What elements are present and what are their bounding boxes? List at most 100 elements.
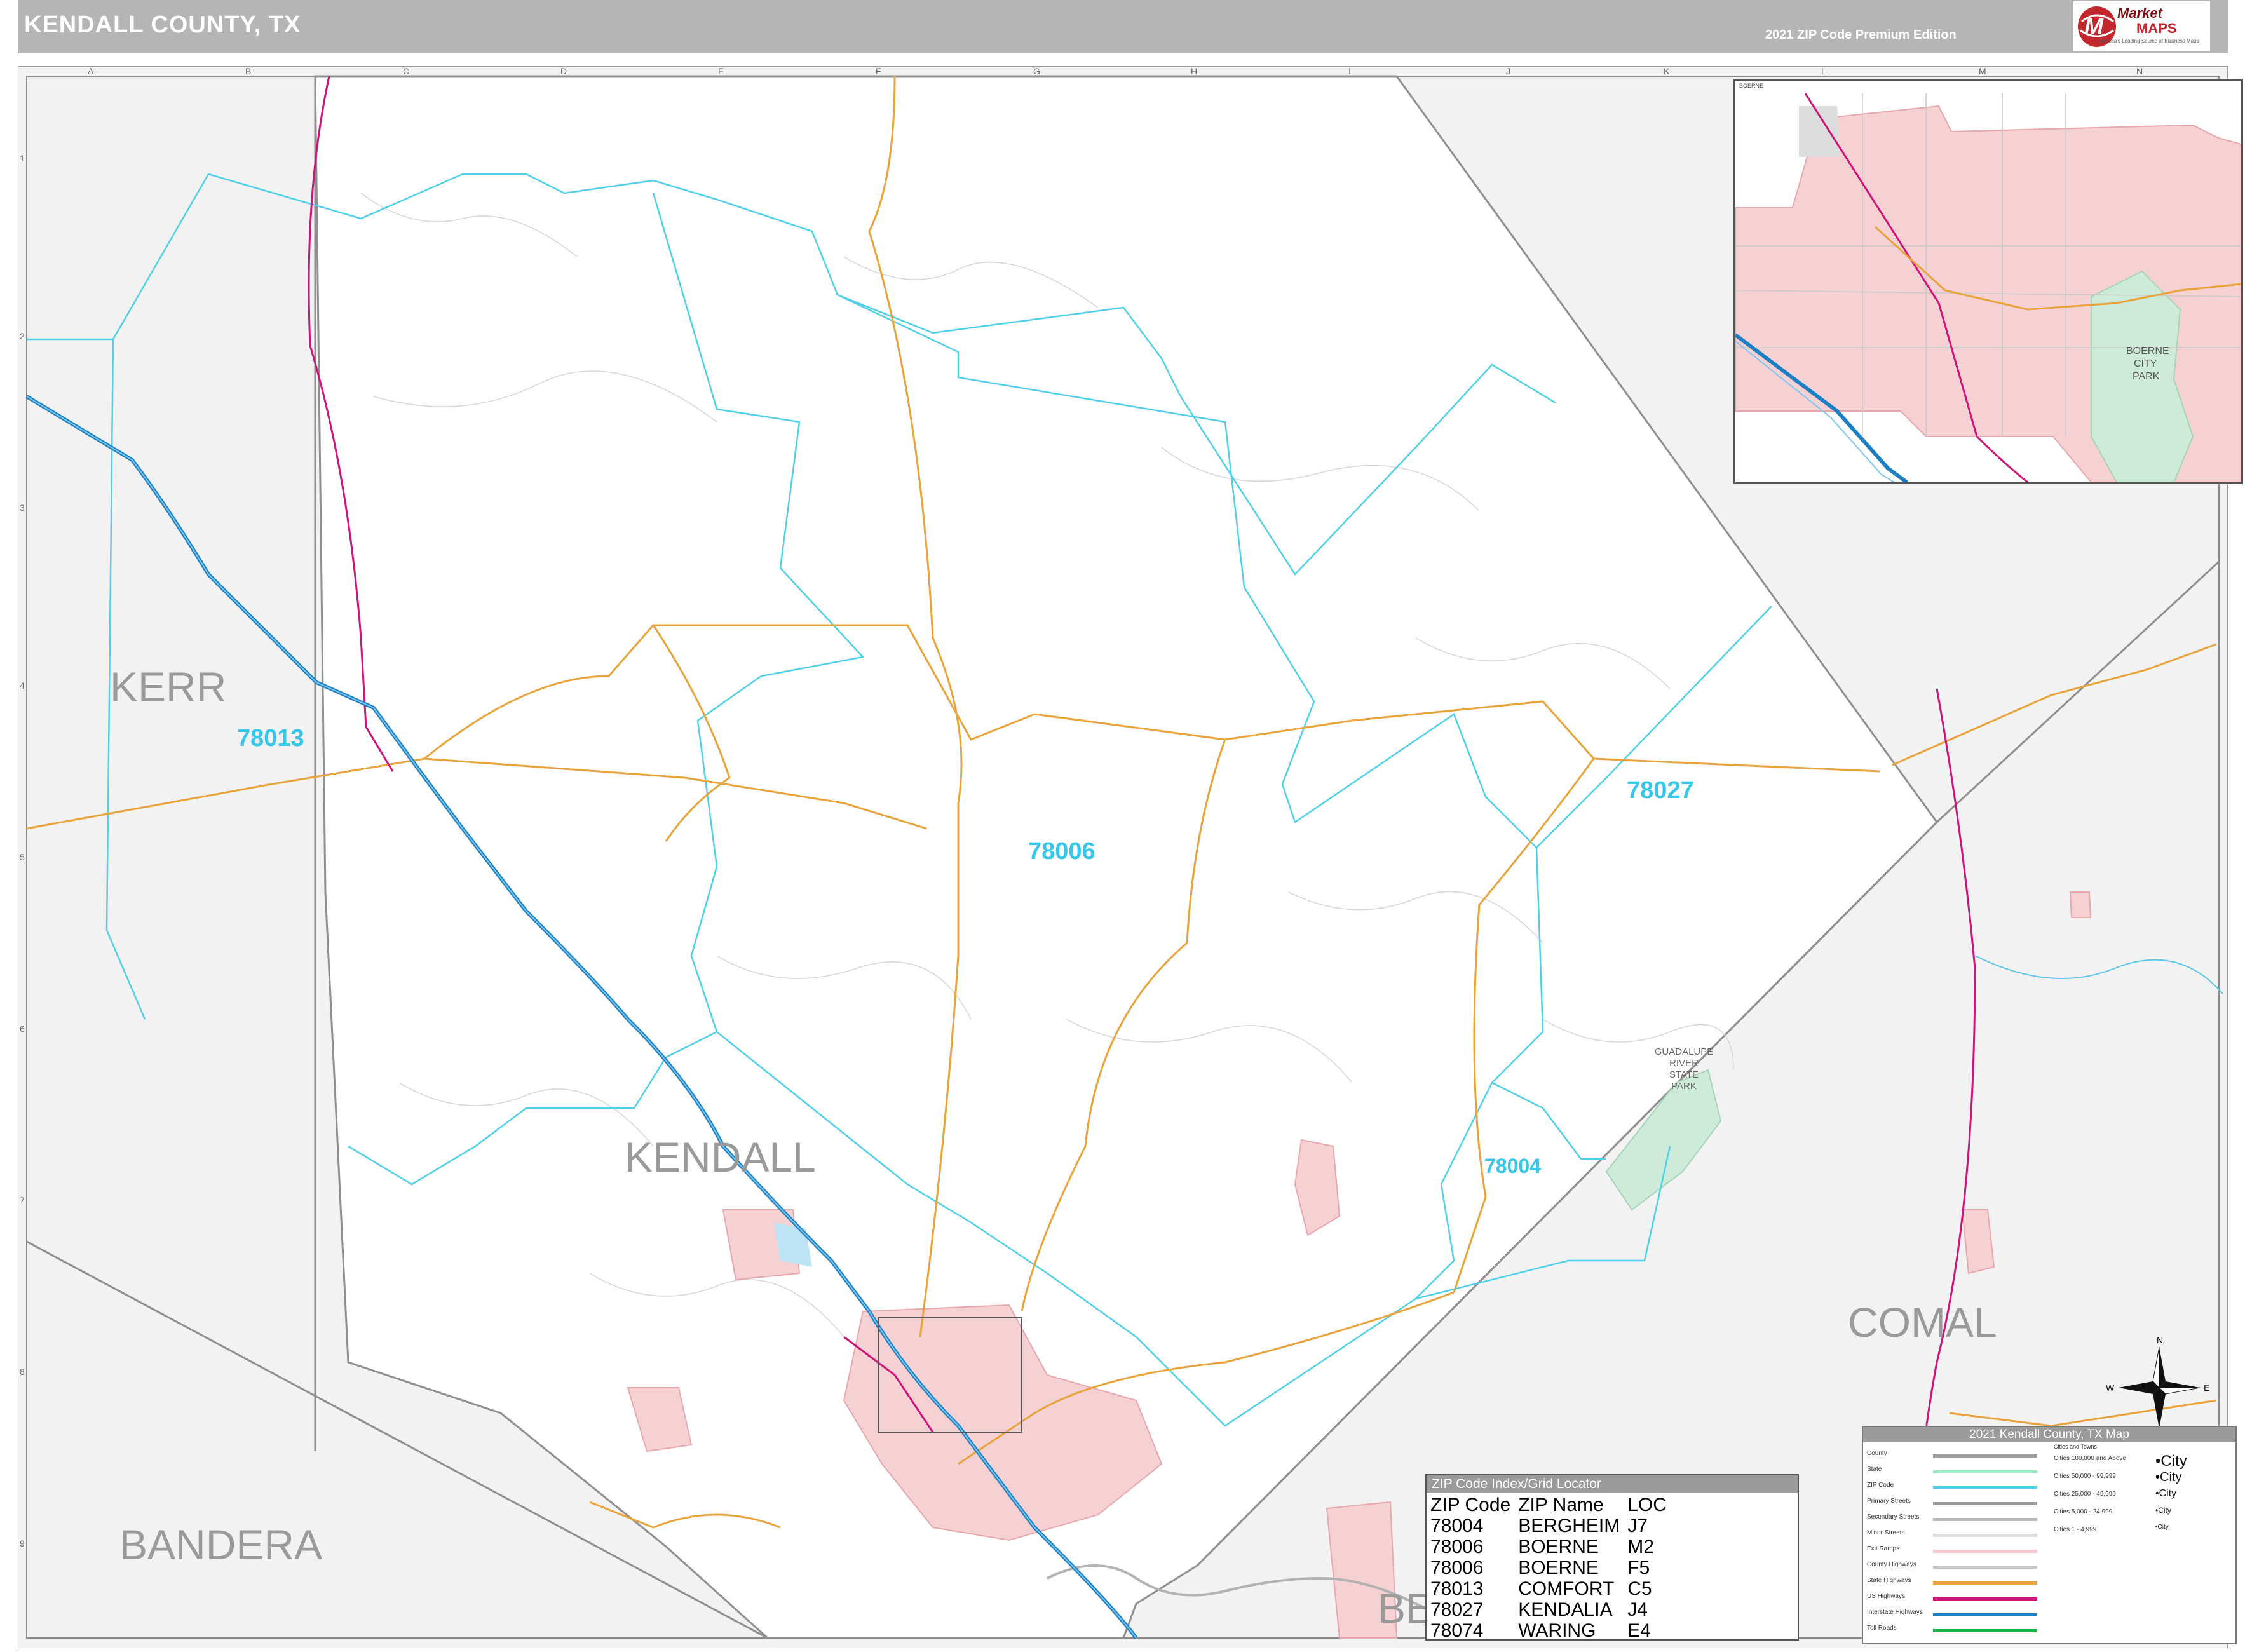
grid-row-label: 9 [20, 1538, 25, 1548]
legend-city-item: Cities 100,000 and Above •City [2054, 1452, 2232, 1470]
legend-city-sample: •City [2155, 1524, 2169, 1531]
svg-text:RIVER: RIVER [1669, 1058, 1699, 1069]
legend-item-label: Toll Roads [1867, 1625, 1897, 1632]
inset-map: BOERNE BOERNE CITY PARK [1733, 79, 2243, 484]
zip-code-cell: 78013 [1430, 1578, 1484, 1599]
logo-tagline: America's Leading Source of Business Map… [2098, 38, 2199, 44]
legend-cities-heading: Cities and Towns [2054, 1444, 2097, 1450]
grid-col-label: B [245, 66, 251, 76]
legend-city-sample: •City [2155, 1470, 2182, 1484]
zip-name-cell: BERGHEIM [1518, 1515, 1620, 1536]
legend-city-item: Cities 50,000 - 99,999 •City [2054, 1470, 2232, 1486]
zip-loc-cell: F5 [1627, 1557, 1650, 1578]
table-row: 78004 BERGHEIM J7 [1430, 1515, 1674, 1536]
legend-city-item: Cities 1 - 4,999 •City [2054, 1524, 2232, 1539]
legend-item: Interstate Highways [1863, 1608, 2232, 1622]
legend-city-label: Cities 1 - 4,999 [2054, 1526, 2097, 1533]
zip-name-cell: WARING [1518, 1620, 1596, 1641]
legend-item: Toll Roads [1863, 1623, 2232, 1637]
legend-swatch [1933, 1454, 2037, 1458]
zip-index-header-row: ZIP Code ZIP Name LOC [1430, 1494, 1674, 1515]
legend-item-label: US Highways [1867, 1593, 1906, 1600]
legend-swatch [1933, 1613, 2037, 1616]
grid-col-label: A [88, 66, 94, 76]
grid-col-label: G [1033, 66, 1040, 76]
grid-col-label: E [718, 66, 724, 76]
zip-name-cell: BOERNE [1518, 1557, 1599, 1578]
svg-text:W: W [2106, 1383, 2115, 1393]
legend-title: 2021 Kendall County, TX Map [1863, 1427, 2235, 1442]
county-label-comal: COMAL [1848, 1299, 1997, 1346]
legend-swatch [1933, 1534, 2037, 1537]
legend-item-label: Minor Streets [1867, 1529, 1905, 1536]
county-label-bandera: BANDERA [119, 1521, 322, 1568]
legend-item-label: County Highways [1867, 1561, 1916, 1568]
svg-text:E: E [2204, 1383, 2209, 1393]
zip-index-header: ZIP Name [1518, 1494, 1604, 1515]
grid-row-label: 5 [20, 852, 25, 862]
legend-city-label: Cities 50,000 - 99,999 [2054, 1473, 2116, 1480]
table-row: 78074 WARING E4 [1430, 1620, 1674, 1641]
grid-col-label: F [876, 66, 881, 76]
logo-brand-bottom: MAPS [2136, 20, 2177, 36]
zip-name-cell: BOERNE [1518, 1536, 1599, 1557]
table-row: 78006 BOERNE F5 [1430, 1557, 1674, 1578]
zip-index-title: ZIP Code Index/Grid Locator [1427, 1475, 1798, 1493]
grid-row-label: 4 [20, 680, 25, 691]
grid-col-label: L [1821, 66, 1826, 76]
legend-item: State Highways [1863, 1576, 2232, 1590]
inset-map-graphic: BOERNE CITY PARK [1735, 93, 2241, 482]
zip-name-cell: COMFORT [1518, 1578, 1615, 1599]
legend-city-item: Cities 25,000 - 49,999 •City [2054, 1488, 2232, 1503]
grid-row-label: 1 [20, 153, 25, 163]
legend-item-label: State Highways [1867, 1577, 1911, 1584]
zip-label: 78004 [1484, 1154, 1541, 1177]
grid-col-label: M [1979, 66, 1986, 76]
svg-text:GUADALUPE: GUADALUPE [1655, 1046, 1714, 1057]
grid-row-label: 7 [20, 1195, 25, 1205]
grid-col-label: I [1348, 66, 1351, 76]
legend-swatch [1933, 1597, 2037, 1601]
zip-label: 78027 [1627, 777, 1694, 804]
legend-item: US Highways [1863, 1592, 2232, 1606]
svg-text:PARK: PARK [1671, 1081, 1697, 1092]
county-label-kendall: KENDALL [625, 1134, 816, 1181]
legend-item: Exit Ramps [1863, 1544, 2232, 1558]
zip-name-cell: KENDALIA [1518, 1599, 1613, 1620]
legend-item: County Highways [1863, 1560, 2232, 1574]
legend-item-label: Interstate Highways [1867, 1609, 1923, 1616]
table-row: 78006 BOERNE M2 [1430, 1536, 1674, 1557]
legend-city-sample: •City [2155, 1452, 2187, 1470]
inset-park-label: BOERNE [2126, 346, 2169, 356]
zip-label: 78013 [237, 725, 304, 752]
zip-index-header: ZIP Code [1430, 1494, 1511, 1515]
legend-swatch [1933, 1518, 2037, 1521]
map-title: KENDALL COUNTY, TX [24, 11, 301, 38]
legend-swatch [1933, 1581, 2037, 1585]
legend-swatch [1933, 1470, 2037, 1473]
zip-code-cell: 78074 [1430, 1620, 1484, 1641]
legend-city-label: Cities 100,000 and Above [2054, 1455, 2126, 1462]
map-legend: 2021 Kendall County, TX Map County State Z… [1862, 1426, 2237, 1644]
svg-text:STATE: STATE [1669, 1069, 1699, 1080]
zip-index-table: ZIP Code ZIP Name LOC 78004 BERGHEIM J7 … [1430, 1494, 1674, 1641]
legend-swatch [1933, 1566, 2037, 1569]
legend-city-sample: •City [2155, 1506, 2171, 1515]
grid-col-label: J [1506, 66, 1510, 76]
zip-index-header: LOC [1627, 1494, 1667, 1515]
legend-city-item: Cities 5,000 - 24,999 •City [2054, 1506, 2232, 1521]
zip-loc-cell: E4 [1627, 1620, 1651, 1641]
zip-code-cell: 78006 [1430, 1557, 1484, 1578]
zip-code-cell: 78004 [1430, 1515, 1484, 1536]
legend-city-label: Cities 25,000 - 49,999 [2054, 1491, 2116, 1498]
zip-code-index: ZIP Code Index/Grid Locator ZIP Code ZIP… [1425, 1474, 1799, 1641]
legend-swatch [1933, 1502, 2037, 1505]
zip-loc-cell: J7 [1627, 1515, 1648, 1536]
grid-row-label: 3 [20, 503, 25, 513]
grid-row-label: 2 [20, 331, 25, 341]
legend-city-label: Cities 5,000 - 24,999 [2054, 1508, 2113, 1515]
zip-loc-cell: M2 [1627, 1536, 1654, 1557]
grid-col-label: H [1191, 66, 1197, 76]
zip-label: 78006 [1028, 838, 1095, 865]
legend-item-label: Exit Ramps [1867, 1545, 1900, 1552]
